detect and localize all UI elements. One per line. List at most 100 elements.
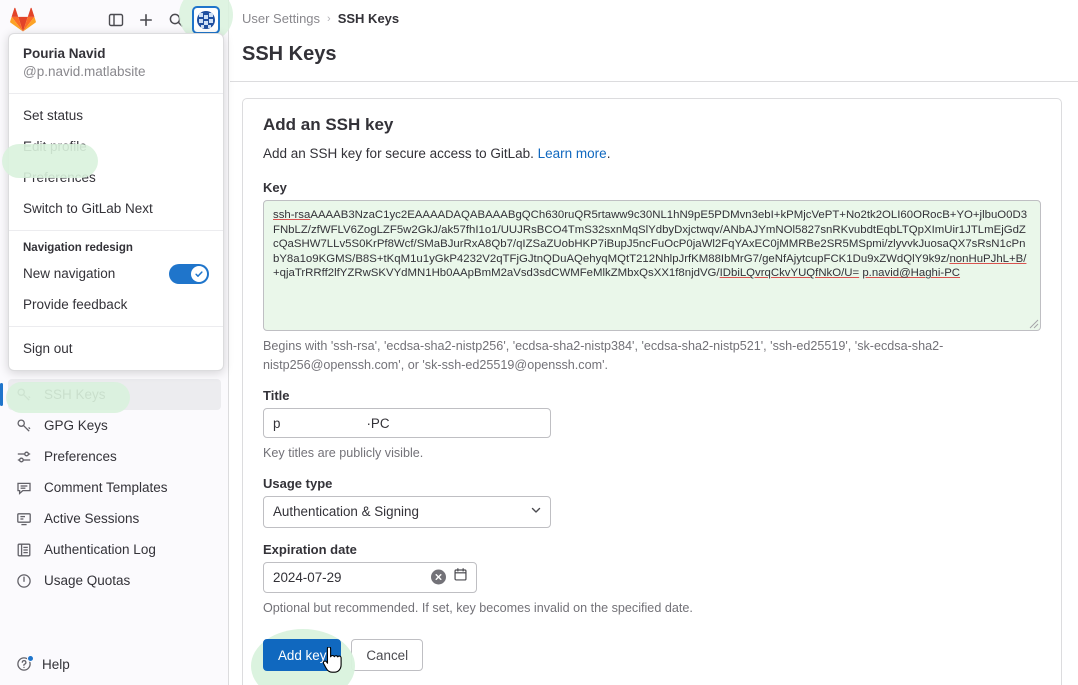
user-handle: @p.navid.matlabsite xyxy=(23,64,146,79)
breadcrumb-parent[interactable]: User Settings xyxy=(242,11,320,26)
user-avatar[interactable] xyxy=(192,6,220,34)
user-menu-section-signout: Sign out xyxy=(9,327,223,370)
help-label: Help xyxy=(42,656,70,672)
menu-item-set-status[interactable]: Set status xyxy=(9,100,223,131)
title-input[interactable]: p ·PC xyxy=(263,408,551,438)
sidebar-item-gpg-keys[interactable]: GPG Keys xyxy=(8,410,221,441)
expiration-date-label: Expiration date xyxy=(263,541,357,557)
expiration-date-hint: Optional but recommended. If set, key be… xyxy=(263,600,693,615)
menu-item-label: Preferences xyxy=(23,170,96,185)
sidebar-item-authentication-log[interactable]: Authentication Log xyxy=(8,534,221,565)
key-line-type: ssh-rsa xyxy=(273,209,311,221)
sidebar-item-label: SSH Keys xyxy=(44,387,106,402)
toggle-knob-check-icon xyxy=(191,265,207,282)
navigation-redesign-heading: Navigation redesign xyxy=(23,242,133,254)
menu-item-label: Switch to GitLab Next xyxy=(23,201,153,216)
title-value-end: ·PC xyxy=(366,415,390,431)
breadcrumb: User Settings › SSH Keys xyxy=(230,0,1078,37)
user-menu-section-navigation: Navigation redesign New navigation Provi… xyxy=(9,231,223,327)
avatar-identicon-icon xyxy=(196,10,216,30)
user-menu-identity[interactable]: Pouria Navid @p.navid.matlabsite xyxy=(9,34,223,94)
sidebar-item-active-sessions[interactable]: Active Sessions xyxy=(8,503,221,534)
plus-icon[interactable] xyxy=(132,6,160,34)
key-line-spellcheck-2: IDbiLQvrqCkvYUQfNkO/U= xyxy=(719,267,860,280)
key-hint: Begins with 'ssh-rsa', 'ecdsa-sha2-nistp… xyxy=(263,339,944,372)
cancel-button[interactable]: Cancel xyxy=(351,639,424,671)
menu-item-label: Sign out xyxy=(23,341,73,356)
search-icon[interactable] xyxy=(162,6,190,34)
breadcrumb-separator: › xyxy=(327,12,331,25)
gitlab-logo-icon[interactable] xyxy=(10,7,36,33)
calendar-icon[interactable] xyxy=(453,567,468,587)
breadcrumb-current[interactable]: SSH Keys xyxy=(338,11,399,26)
comment-icon xyxy=(16,480,32,496)
ssh-key-textarea[interactable]: ssh-rsaAAAAB3NzaC1yc2EAAAADAQABAAABgQCh6… xyxy=(263,200,1041,331)
question-circle-icon xyxy=(16,655,34,672)
card-description: Add an SSH key for secure access to GitL… xyxy=(263,144,1041,164)
menu-item-edit-profile[interactable]: Edit profile xyxy=(9,131,223,162)
key-line-spellcheck-1: nonHuPJhL+B/ xyxy=(949,252,1027,265)
monitor-icon xyxy=(16,511,32,527)
preferences-sliders-icon xyxy=(16,449,32,465)
add-ssh-key-card: Add an SSH key Add an SSH key for secure… xyxy=(242,98,1062,685)
menu-item-label: Set status xyxy=(23,108,84,123)
gitlab-ssh-keys-page: Notifications SSH Keys xyxy=(0,0,1078,685)
sidebar-item-label: GPG Keys xyxy=(44,418,108,433)
user-menu-dropdown: Pouria Navid @p.navid.matlabsite Set sta… xyxy=(8,33,224,371)
menu-item-switch-to-gitlab-next[interactable]: Switch to GitLab Next xyxy=(9,193,223,224)
new-navigation-toggle[interactable] xyxy=(169,263,209,284)
clear-x-icon[interactable] xyxy=(431,569,446,585)
menu-item-preferences[interactable]: Preferences xyxy=(9,162,223,193)
title-hint: Key titles are publicly visible. xyxy=(263,446,424,460)
sidebar-item-label: Comment Templates xyxy=(44,480,168,495)
expiration-date-wrapper: 2024-07-29 xyxy=(263,561,477,593)
content-wrapper: Add an SSH key Add an SSH key for secure… xyxy=(230,82,1078,685)
learn-more-link[interactable]: Learn more xyxy=(538,146,607,161)
sidebar-item-help[interactable]: Help xyxy=(8,649,78,679)
sidebar-item-ssh-keys[interactable]: SSH Keys xyxy=(0,379,221,410)
menu-item-label: Edit profile xyxy=(23,139,87,154)
user-name: Pouria Navid xyxy=(23,46,106,61)
menu-item-label: New navigation xyxy=(23,266,116,281)
card-description-suffix: . xyxy=(606,146,611,161)
log-list-icon xyxy=(16,542,32,558)
usage-type-label: Usage type xyxy=(263,475,333,491)
sidebar-item-label: Authentication Log xyxy=(44,542,156,557)
menu-item-new-navigation[interactable]: New navigation xyxy=(9,258,223,289)
quota-clock-icon xyxy=(16,573,32,589)
key-label: Key xyxy=(263,180,287,195)
sidebar-nav-list: Notifications SSH Keys xyxy=(0,348,229,596)
textarea-resize-grip[interactable] xyxy=(1026,316,1039,329)
sidebar-item-usage-quotas[interactable]: Usage Quotas xyxy=(8,565,221,596)
title-label: Title xyxy=(263,388,290,403)
page-title: SSH Keys xyxy=(242,43,337,65)
usage-type-select[interactable]: Authentication & Signing xyxy=(263,495,551,528)
menu-item-label: Provide feedback xyxy=(23,297,128,312)
page-header: SSH Keys xyxy=(230,37,1078,82)
sidebar-top-actions xyxy=(102,6,220,34)
sidebar-item-label: Active Sessions xyxy=(44,511,140,526)
key-line-comment: p.navid@Haghi-PC xyxy=(862,267,961,280)
add-key-button[interactable]: Add key xyxy=(263,639,342,671)
sidebar-toggle-icon[interactable] xyxy=(102,6,130,34)
expiration-date-value: 2024-07-29 xyxy=(273,569,342,585)
key-icon xyxy=(16,387,32,403)
main-content: User Settings › SSH Keys SSH Keys Add an… xyxy=(230,0,1078,685)
user-menu-section-actions: Set status Edit profile Preferences Swit… xyxy=(9,94,223,231)
key-icon xyxy=(16,418,32,434)
menu-item-sign-out[interactable]: Sign out xyxy=(9,333,223,364)
card-title: Add an SSH key xyxy=(263,115,394,134)
form-actions: Add key Cancel xyxy=(251,629,1041,685)
usage-type-value: Authentication & Signing xyxy=(273,504,419,519)
help-notification-dot xyxy=(27,655,34,662)
sidebar-item-preferences[interactable]: Preferences xyxy=(8,441,221,472)
sidebar-item-label: Usage Quotas xyxy=(44,573,131,588)
menu-item-provide-feedback[interactable]: Provide feedback xyxy=(9,289,223,320)
card-description-text: Add an SSH key for secure access to GitL… xyxy=(263,146,538,161)
usage-type-select-wrapper: Authentication & Signing xyxy=(263,495,551,528)
key-line-body-3: +qjaTrRRff2lfYZRwSKVYdMN1Hb0AApBmM2aVsd3… xyxy=(273,267,720,280)
sidebar-item-comment-templates[interactable]: Comment Templates xyxy=(8,472,221,503)
title-value-start: p xyxy=(273,415,281,431)
key-line-body-2: bMrG7/geNfAjytcupFCK1Du9xZWdQlY9k9z/ xyxy=(724,252,950,265)
sidebar-item-label: Preferences xyxy=(44,449,117,464)
